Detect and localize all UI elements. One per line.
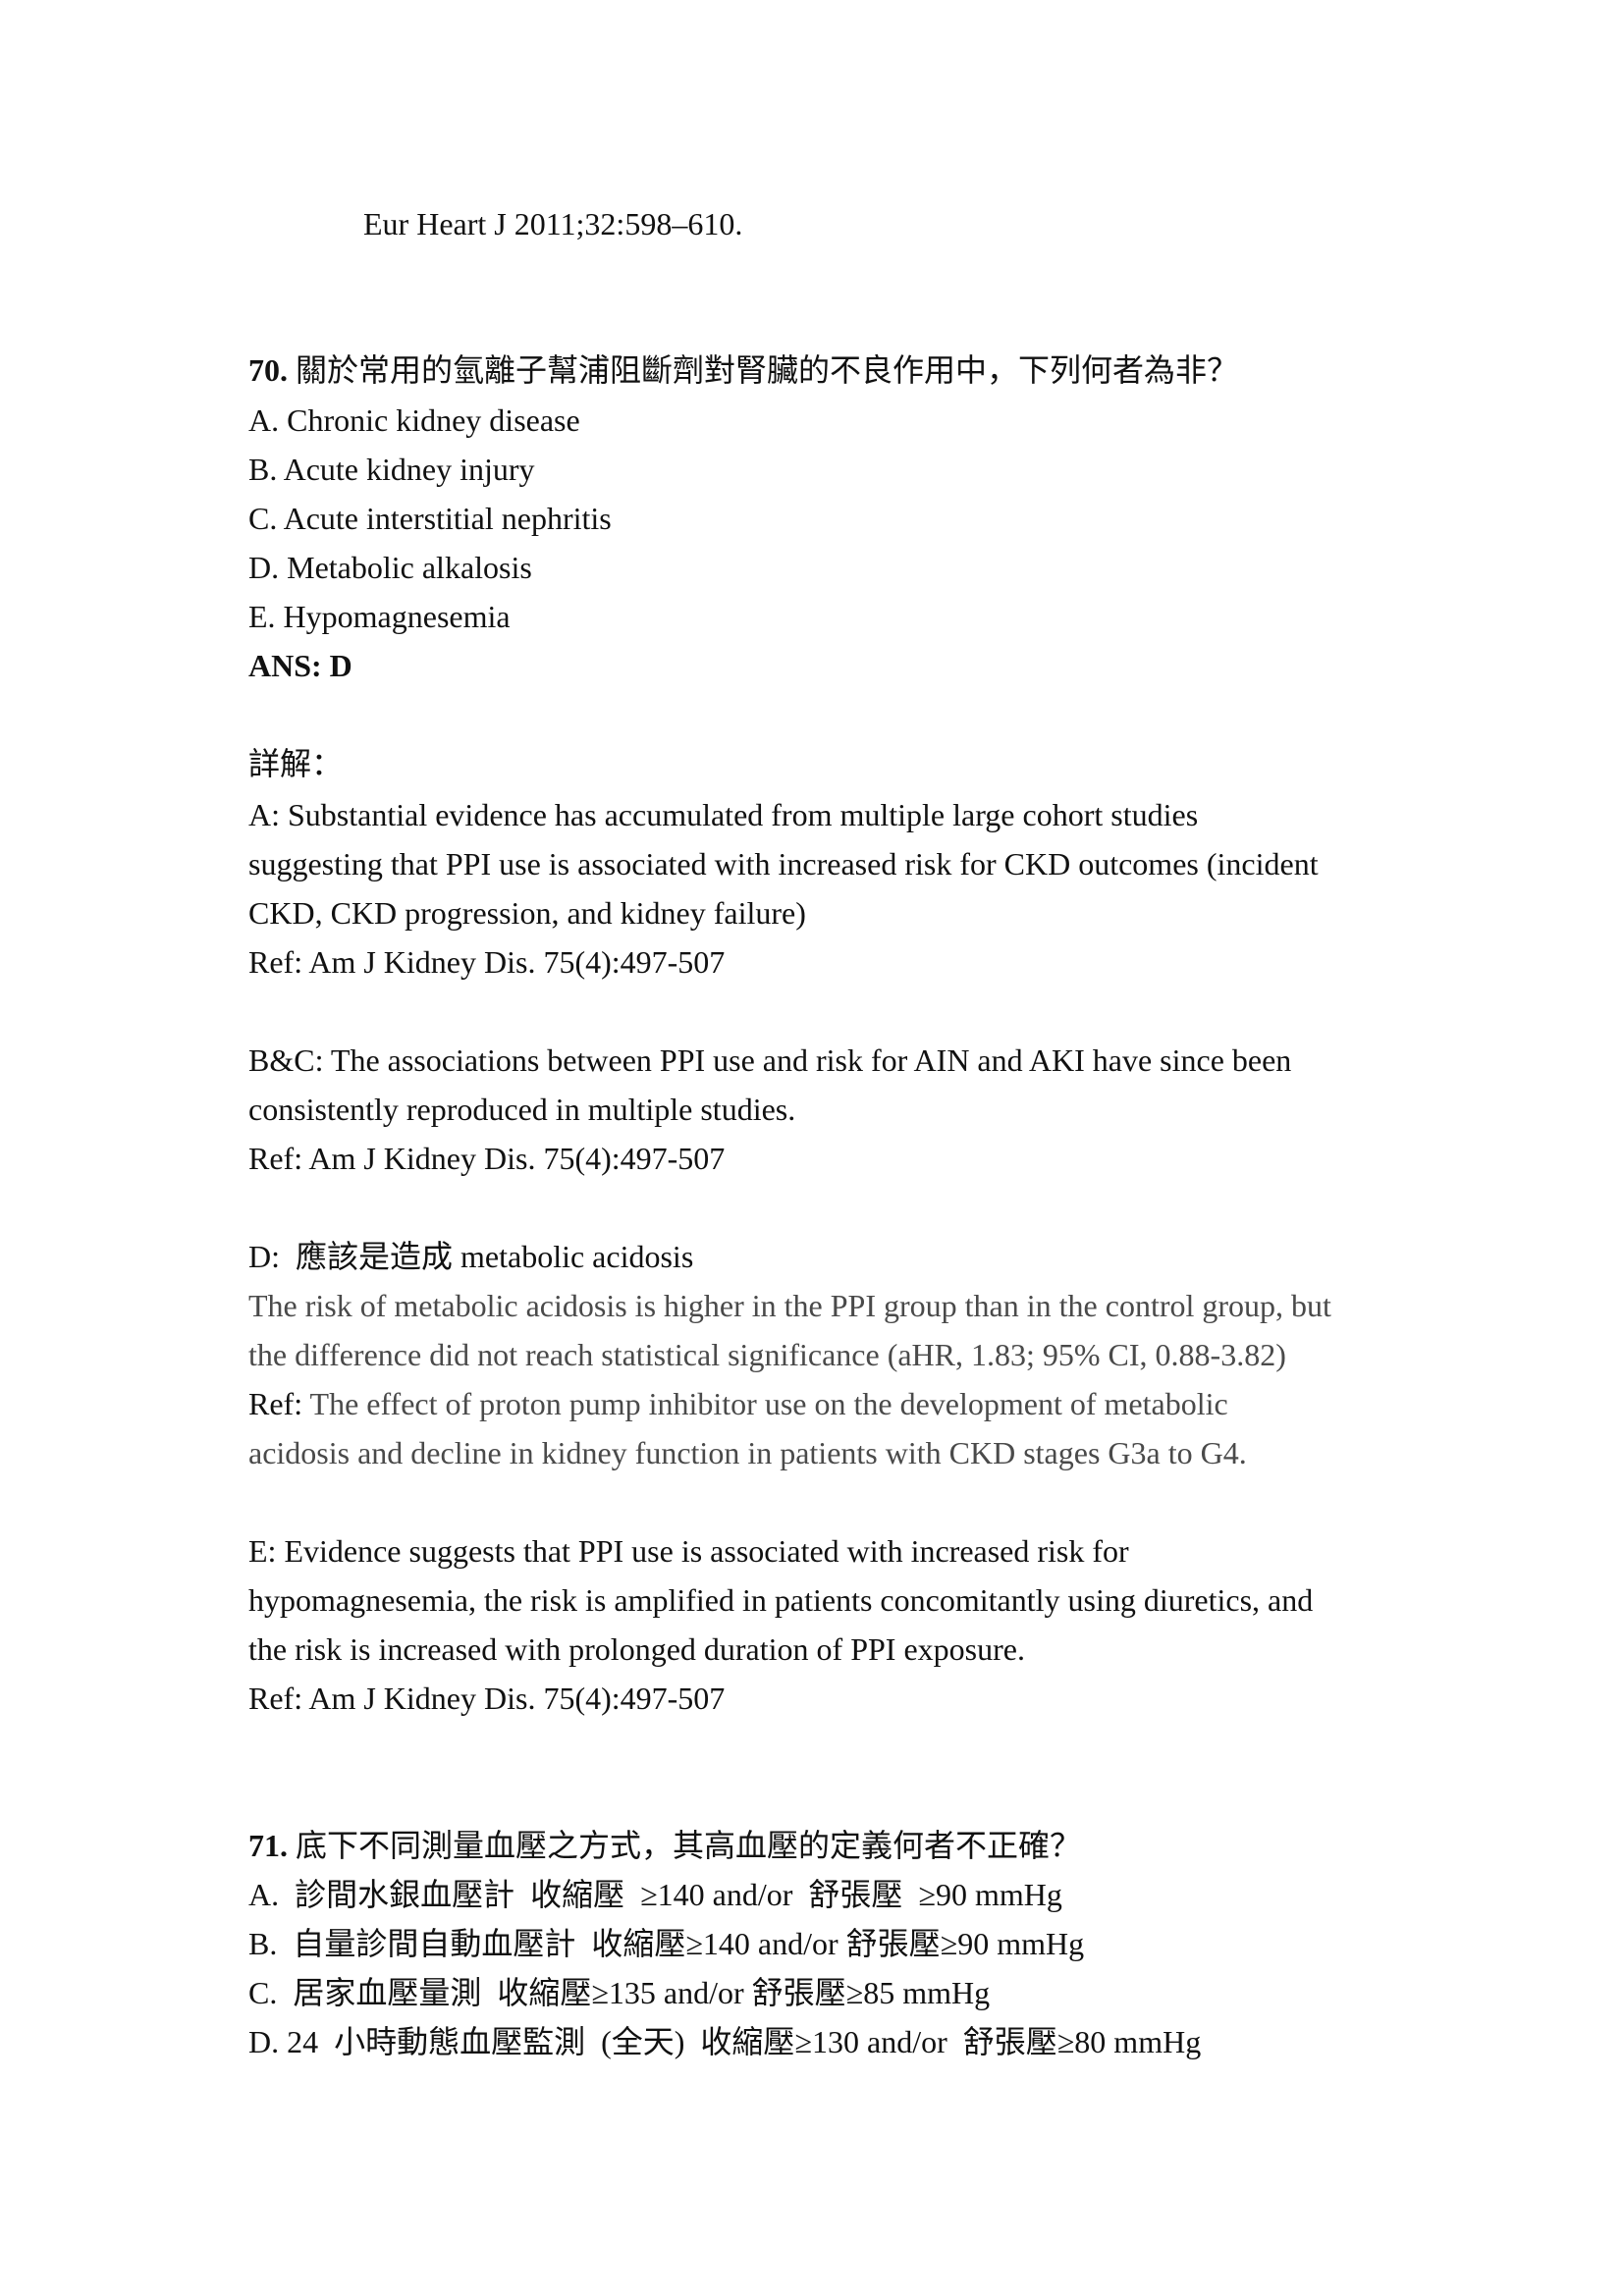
explanation-a-line: CKD, CKD progression, and kidney failure… xyxy=(248,895,806,931)
explanation-d-heading: D: 應該是造成 metabolic acidosis xyxy=(248,1239,694,1274)
answer: ANS: D xyxy=(248,648,352,683)
ref-label: Ref: xyxy=(248,1386,310,1421)
option-e: E. Hypomagnesemia xyxy=(248,599,511,634)
question-text: 關於常用的氫離子幫浦阻斷劑對腎臟的不良作用中，下列何者為非？ xyxy=(288,352,1239,388)
option-d: D. Metabolic alkalosis xyxy=(248,550,532,585)
explanation-e-ref: Ref: Am J Kidney Dis. 75(4):497-507 xyxy=(248,1681,726,1716)
explanation-a-line: suggesting that PPI use is associated wi… xyxy=(248,846,1319,881)
document-page: Eur Heart J 2011;32:598–610. 70. 關於常用的氫離… xyxy=(0,0,1623,2296)
explanation-heading: 詳解： xyxy=(248,746,344,781)
explanation-e-line: the risk is increased with prolonged dur… xyxy=(248,1631,1025,1667)
explanation-e-line: hypomagnesemia, the risk is amplified in… xyxy=(248,1582,1314,1618)
ref-title: The effect of proton pump inhibitor use … xyxy=(309,1386,1228,1421)
question-71-stem: 71. 底下不同測量血壓之方式，其高血壓的定義何者不正確？ xyxy=(248,1826,1081,1865)
explanation-bc-line: B&C: The associations between PPI use an… xyxy=(248,1042,1292,1078)
option-c: C. Acute interstitial nephritis xyxy=(248,501,612,536)
question-number: 70. xyxy=(248,352,288,388)
explanation-d-ref-line: acidosis and decline in kidney function … xyxy=(248,1435,1247,1470)
option-d: D. 24 小時動態血壓監測 (全天) 收縮壓≥130 and/or 舒張壓≥8… xyxy=(248,2024,1202,2059)
option-a: A. 診間水銀血壓計 收縮壓 ≥140 and/or 舒張壓 ≥90 mmHg xyxy=(248,1877,1062,1912)
explanation-bc-ref: Ref: Am J Kidney Dis. 75(4):497-507 xyxy=(248,1141,726,1176)
option-b: B. 自量診間自動血壓計 收縮壓≥140 and/or 舒張壓≥90 mmHg xyxy=(248,1926,1085,1961)
question-number: 71. xyxy=(248,1828,288,1863)
option-a: A. Chronic kidney disease xyxy=(248,402,580,438)
explanation-e-line: E: Evidence suggests that PPI use is ass… xyxy=(248,1533,1129,1569)
explanation-d-line: the difference did not reach statistical… xyxy=(248,1337,1286,1372)
explanation-bc-line: consistently reproduced in multiple stud… xyxy=(248,1092,796,1127)
question-text: 底下不同測量血壓之方式，其高血壓的定義何者不正確？ xyxy=(288,1828,1082,1863)
explanation-a-ref: Ref: Am J Kidney Dis. 75(4):497-507 xyxy=(248,944,726,980)
option-c: C. 居家血壓量測 收縮壓≥135 and/or 舒張壓≥85 mmHg xyxy=(248,1975,991,2010)
question-70-stem: 70. 關於常用的氫離子幫浦阻斷劑對腎臟的不良作用中，下列何者為非？ xyxy=(248,350,1238,390)
explanation-d-ref: Ref: The effect of proton pump inhibitor… xyxy=(248,1384,1228,1423)
explanation-a-line: A: Substantial evidence has accumulated … xyxy=(248,797,1199,832)
explanation-d-line: The risk of metabolic acidosis is higher… xyxy=(248,1288,1331,1323)
top-citation: Eur Heart J 2011;32:598–610. xyxy=(363,206,743,241)
option-b: B. Acute kidney injury xyxy=(248,452,535,487)
